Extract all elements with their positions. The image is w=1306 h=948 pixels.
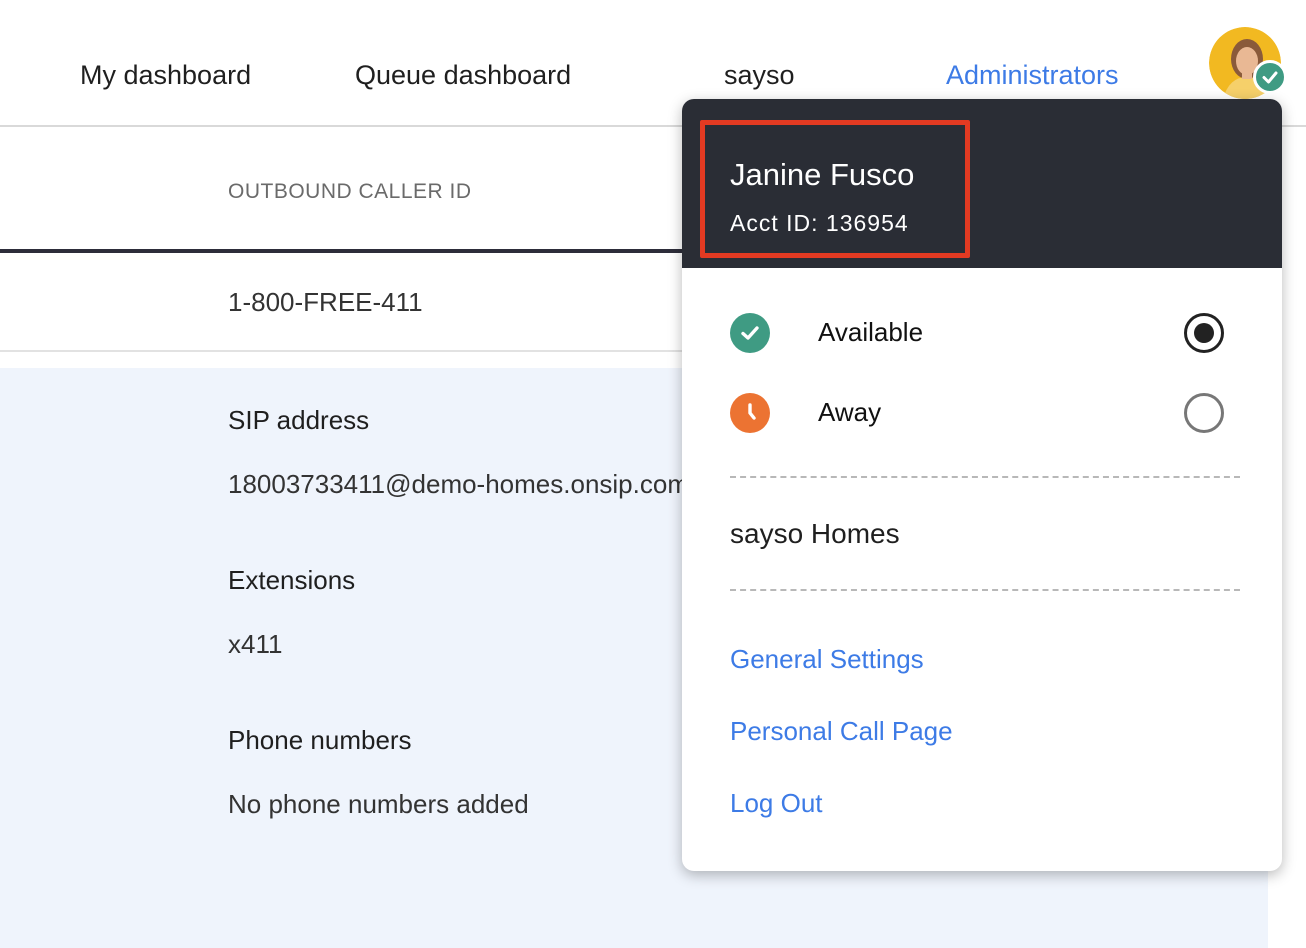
- organization-name: sayso Homes: [730, 518, 900, 549]
- extensions-label: Extensions: [228, 565, 356, 595]
- phone-numbers-value: No phone numbers added: [228, 789, 529, 819]
- status-label-away: Away: [818, 397, 882, 427]
- outbound-caller-id-header: OUTBOUND CALLER ID: [228, 180, 472, 203]
- status-label-available: Available: [818, 317, 924, 347]
- nav-administrators[interactable]: Administrators: [946, 60, 1119, 91]
- menu-divider: [730, 476, 1240, 478]
- menu-divider: [730, 589, 1240, 591]
- clock-icon: [730, 393, 770, 433]
- phone-numbers-label: Phone numbers: [228, 725, 412, 755]
- nav-queue-dashboard[interactable]: Queue dashboard: [355, 60, 571, 91]
- away-radio[interactable]: [1184, 393, 1224, 433]
- check-circle-icon: [730, 313, 770, 353]
- user-menu-header: Janine Fusco Acct ID: 136954: [682, 99, 1282, 268]
- status-option-away[interactable]: Away: [730, 391, 1230, 435]
- sip-address-label: SIP address: [228, 405, 370, 435]
- available-radio[interactable]: [1184, 313, 1224, 353]
- table-header-divider: [0, 249, 700, 253]
- nav-sayso[interactable]: sayso: [724, 60, 795, 91]
- account-id: Acct ID: 136954: [730, 210, 909, 236]
- status-option-available[interactable]: Available: [730, 311, 1230, 355]
- sip-address-value: 18003733411@demo-homes.onsip.com: [228, 469, 682, 499]
- general-settings-link[interactable]: General Settings: [730, 644, 924, 675]
- table-row-divider: [0, 350, 700, 352]
- status-check-badge-icon: [1253, 60, 1287, 94]
- log-out-link[interactable]: Log Out: [730, 788, 823, 819]
- personal-call-page-link[interactable]: Personal Call Page: [730, 716, 953, 747]
- extensions-value: x411: [228, 629, 283, 659]
- nav-my-dashboard[interactable]: My dashboard: [80, 60, 251, 91]
- outbound-caller-id-value: 1-800-FREE-411: [228, 287, 423, 317]
- user-name: Janine Fusco: [730, 157, 915, 192]
- user-menu-dropdown: Janine Fusco Acct ID: 136954 Available A…: [682, 99, 1282, 871]
